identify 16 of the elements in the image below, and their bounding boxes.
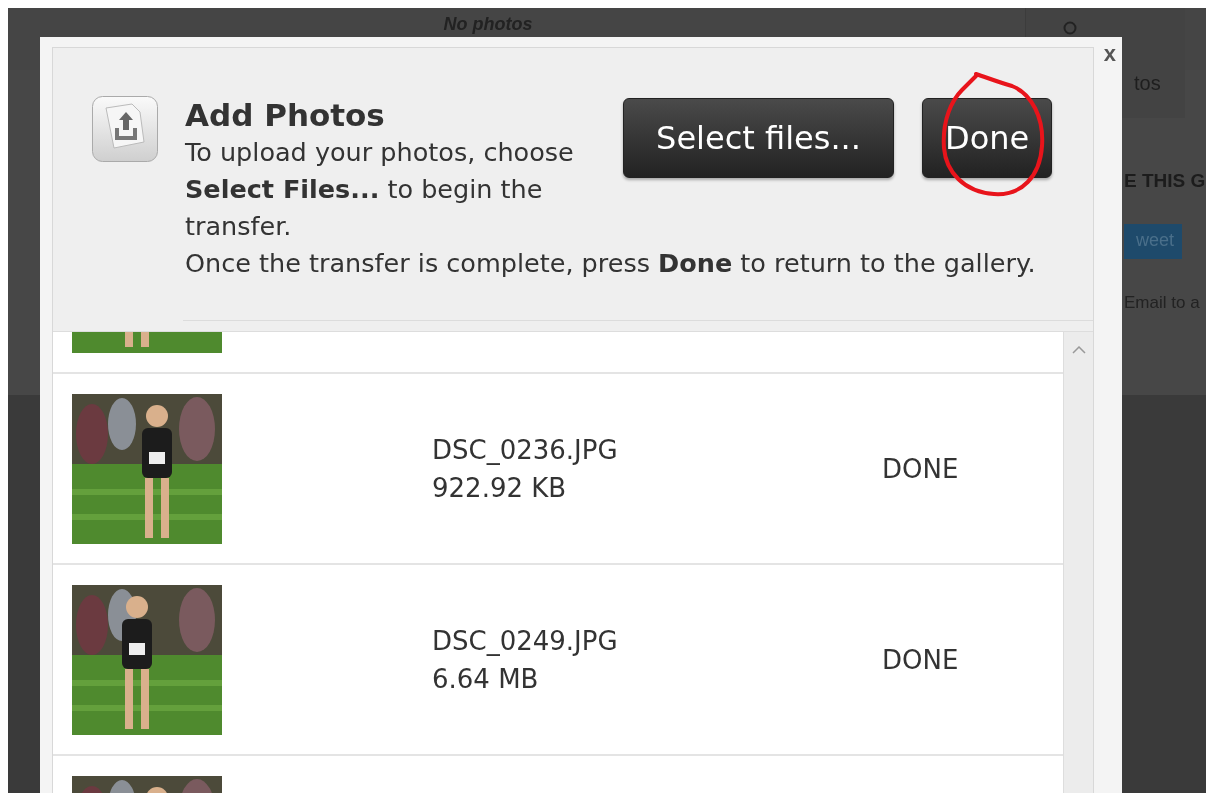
dialog-title: Add Photos bbox=[185, 96, 385, 134]
scroll-up-icon[interactable] bbox=[1071, 346, 1086, 354]
search-icon[interactable] bbox=[1062, 20, 1078, 36]
upload-icon bbox=[92, 96, 158, 162]
select-files-button[interactable]: Select files... bbox=[623, 98, 894, 178]
file-size: 922.92 KB bbox=[432, 471, 568, 505]
done-button[interactable]: Done bbox=[922, 98, 1053, 178]
file-size: 6.64 MB bbox=[432, 662, 540, 696]
file-name: DSC_0249.JPG bbox=[432, 624, 619, 658]
upload-status: DONE bbox=[882, 453, 959, 484]
file-name: DSC_0236.JPG bbox=[432, 433, 619, 467]
instruction-text: Once the transfer is complete, press Done to return to the gallery. bbox=[185, 247, 1036, 280]
close-button[interactable]: x bbox=[1103, 43, 1116, 65]
upload-status: DONE bbox=[882, 644, 959, 675]
instruction-text: To upload your photos, choose Select Files... to begin the transfer. bbox=[185, 136, 575, 243]
scrollbar[interactable] bbox=[1063, 332, 1093, 793]
